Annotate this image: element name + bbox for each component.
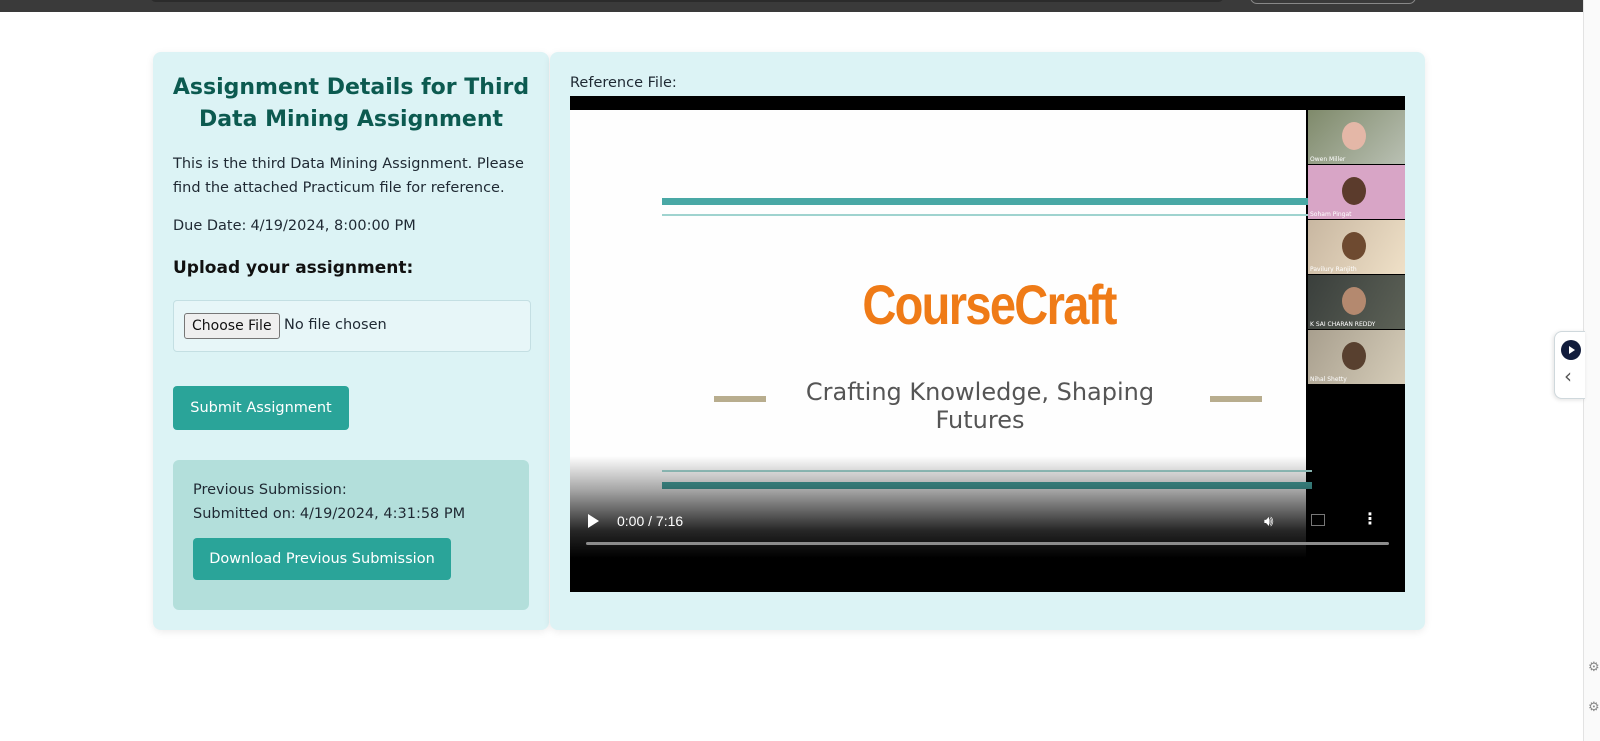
assignment-title: Assignment Details for Third Data Mining… [172, 75, 530, 132]
participant-tile: Soham Pingat [1308, 165, 1405, 219]
duration: 7:16 [644, 513, 683, 529]
assignment-description: This is the third Data Mining Assignment… [173, 156, 524, 196]
browser-top-bar [0, 0, 1583, 12]
due-date: Due Date: 4/19/2024, 8:00:00 PM [173, 218, 416, 234]
reference-file-card: Reference File: Crafting Knowledge, Shap… [550, 52, 1425, 630]
slide-rule [662, 198, 1312, 205]
file-status: No file chosen [284, 317, 387, 333]
current-time: 0:00 [617, 513, 645, 529]
upload-label: Upload your assignment: [173, 258, 414, 278]
participant-avatar [1342, 287, 1366, 315]
choose-file-button[interactable]: Choose File [184, 313, 280, 339]
participant-avatar [1342, 177, 1366, 205]
participant-tile: Owen Miller [1308, 110, 1405, 164]
reference-file-label: Reference File: [570, 75, 677, 91]
slide-rule [662, 214, 1312, 216]
browser-right-edge [1583, 0, 1600, 741]
video-progress-bar[interactable] [586, 542, 1389, 545]
participant-name: Nihal Shetty [1310, 376, 1347, 383]
participant-name: Pavilury Ranjith [1310, 266, 1357, 273]
due-date-label: Due Date: [173, 218, 247, 234]
participant-name: Owen Miller [1310, 156, 1346, 163]
participant-tile: K SAI CHARAN REDDY [1308, 275, 1405, 329]
more-options-icon[interactable]: ⋮ [1362, 511, 1378, 527]
participant-name: K SAI CHARAN REDDY [1310, 321, 1376, 328]
previous-submission-heading: Previous Submission: [193, 482, 347, 498]
participant-name: Soham Pingat [1310, 211, 1352, 218]
participant-avatar [1342, 342, 1366, 370]
chevron-left-icon[interactable]: ‹ [1564, 366, 1572, 386]
due-date-value: 4/19/2024, 8:00:00 PM [250, 218, 416, 234]
slide-brand-logo: CourseCraft [862, 273, 1117, 336]
edge-settings-icon[interactable]: ⚙ [1588, 660, 1600, 675]
participant-tile: Nihal Shetty [1308, 330, 1405, 384]
participant-strip: Owen Miller Soham Pingat Pavilury Ranjit… [1308, 110, 1405, 385]
toolbar-button[interactable] [1250, 0, 1416, 4]
participant-avatar [1342, 232, 1366, 260]
submitted-on-value: 4/19/2024, 4:31:58 PM [299, 506, 466, 522]
submitted-on-label: Submitted on: [193, 506, 296, 522]
download-previous-submission-button[interactable]: Download Previous Submission [193, 538, 451, 580]
video-player[interactable]: Crafting Knowledge, Shaping Futures Cour… [570, 96, 1405, 592]
assistant-icon[interactable] [1561, 340, 1581, 360]
participant-avatar [1342, 122, 1366, 150]
play-icon[interactable] [588, 514, 599, 528]
submitted-on: Submitted on: 4/19/2024, 4:31:58 PM [193, 506, 465, 522]
edge-gear-icon[interactable]: ⚙ [1588, 700, 1600, 715]
file-input[interactable]: Choose File No file chosen [173, 300, 531, 352]
slide-tagline: Crafting Knowledge, Shaping Futures [805, 378, 1155, 434]
address-bar[interactable] [150, 0, 1224, 2]
previous-submission-box: Previous Submission: Submitted on: 4/19/2… [173, 460, 529, 610]
slide-dash [1210, 396, 1262, 402]
fullscreen-icon[interactable] [1311, 514, 1325, 526]
side-panel-widget[interactable]: ‹ [1554, 331, 1585, 399]
assignment-details-card: Assignment Details for Third Data Mining… [153, 52, 549, 630]
video-controls: 0:007:16 🔊︎ ⋮ [570, 456, 1405, 592]
submit-assignment-button[interactable]: Submit Assignment [173, 386, 349, 430]
video-time: 0:007:16 [617, 513, 683, 529]
participant-tile: Pavilury Ranjith [1308, 220, 1405, 274]
slide-dash [714, 396, 766, 402]
volume-icon[interactable]: 🔊︎ [1264, 512, 1273, 530]
